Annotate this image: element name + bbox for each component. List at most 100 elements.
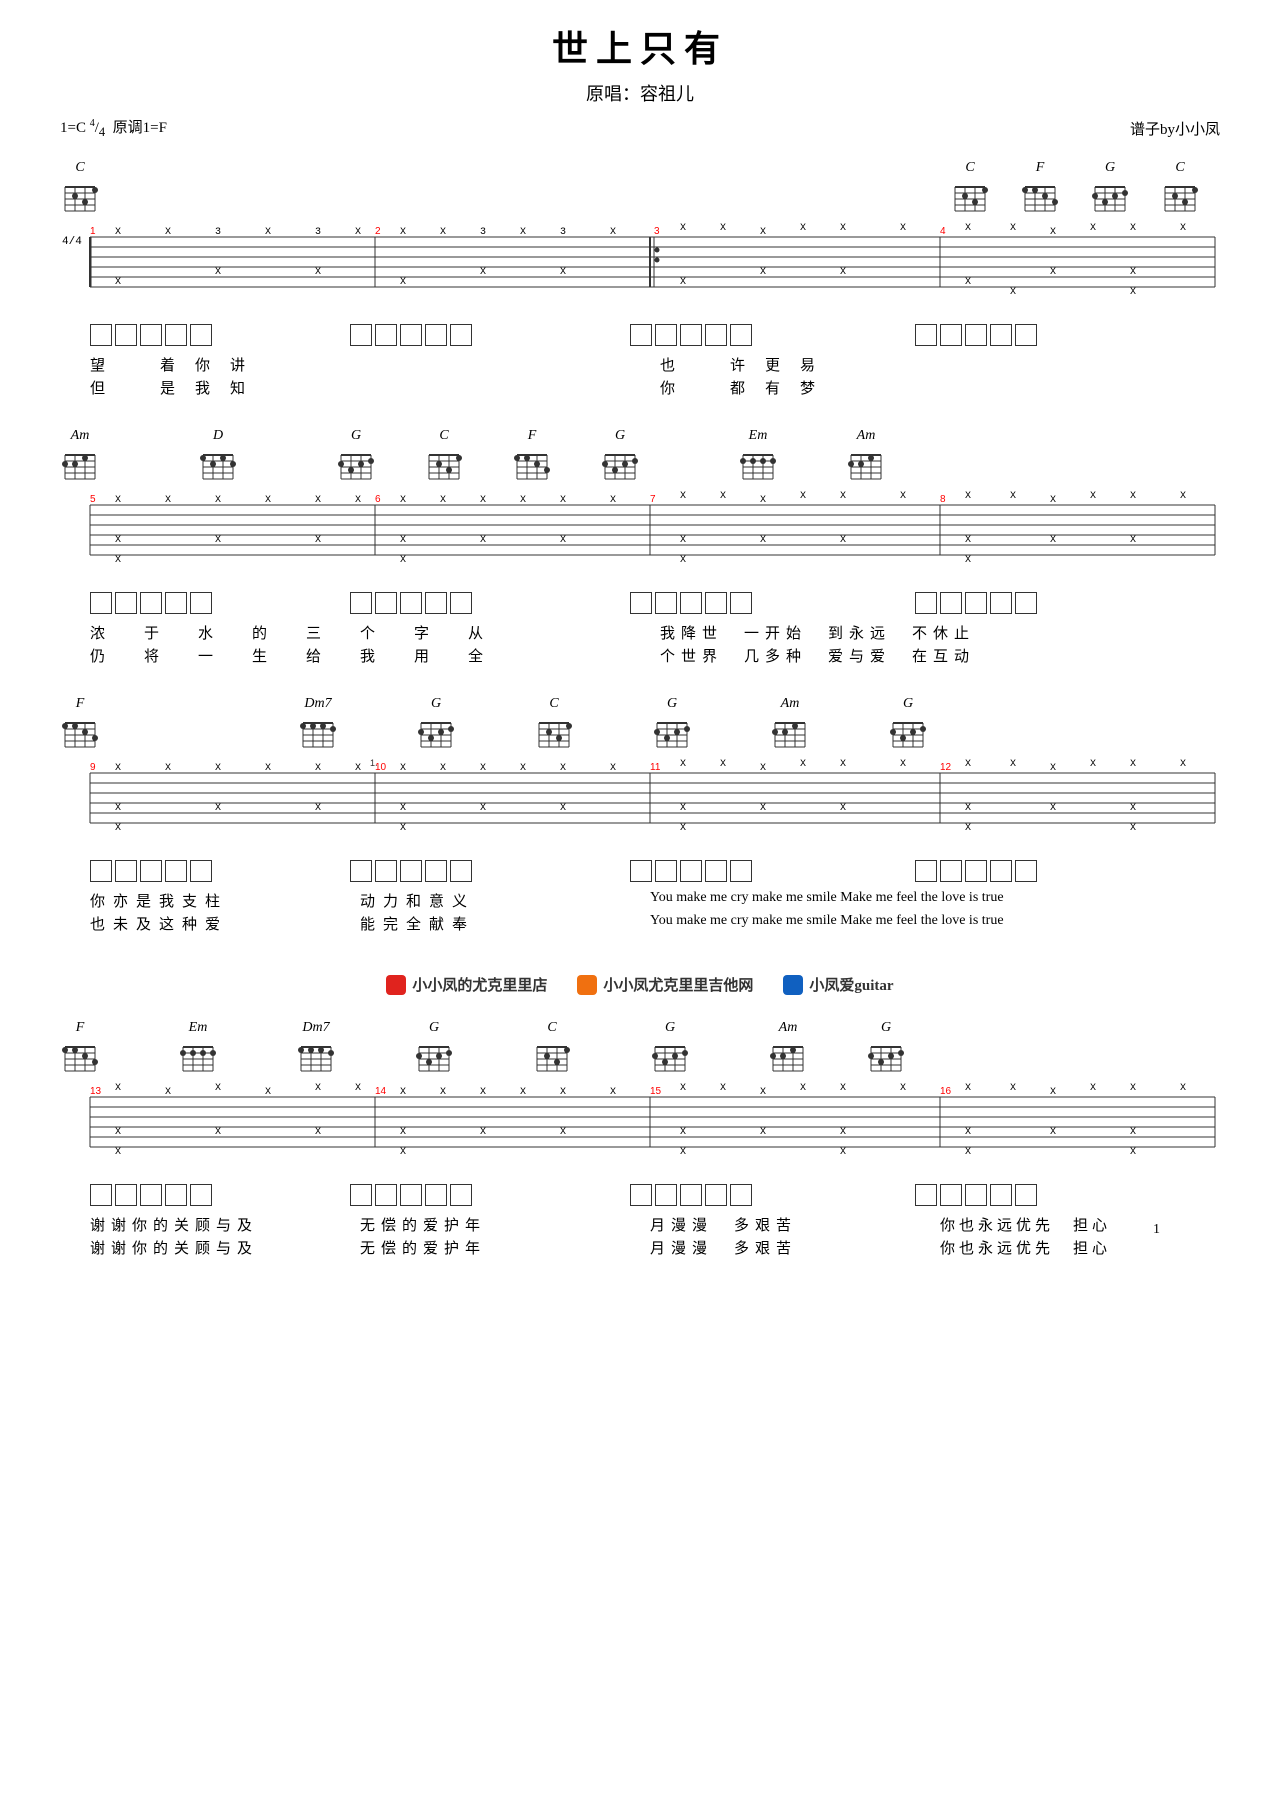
svg-text:13: 13 [90,1086,102,1097]
svg-text:X: X [215,1127,221,1138]
svg-text:X: X [1050,763,1056,774]
svg-text:X: X [965,277,971,288]
chord-label-f3: F [76,696,85,712]
chord-diagram-g7 [414,1039,454,1077]
svg-text:X: X [1050,267,1056,278]
strum-pattern-4 [60,1184,1220,1206]
svg-text:X: X [265,227,271,238]
svg-text:X: X [1130,223,1136,234]
chord-label-c5: C [549,696,558,712]
svg-text:X: X [840,223,846,234]
svg-text:X: X [1090,1083,1096,1094]
brand-text-1: 小小凤的尤克里里店 [412,974,547,995]
chord-label-g5: G [667,696,677,712]
section-1-2: C [60,160,1220,398]
tab-staff-1: 4/4 [60,222,1220,322]
svg-text:X: X [1130,491,1136,502]
brand-text-3: 小凤爱guitar [809,974,893,995]
svg-text:12: 12 [940,762,952,773]
chord-diagram-g1 [1090,179,1130,217]
section-5: F [60,1020,1220,1258]
chord-diagram-g9 [866,1039,906,1077]
svg-text:X: X [1050,535,1056,546]
chord-label-dm7-2: Dm7 [302,1020,329,1036]
svg-text:X: X [400,535,406,546]
svg-text:X: X [165,763,171,774]
chord-label-g6: G [903,696,913,712]
svg-text:1.: 1. [370,758,378,768]
svg-text:X: X [215,803,221,814]
svg-text:X: X [400,277,406,288]
svg-text:X: X [115,535,121,546]
svg-text:X: X [355,763,361,774]
svg-text:X: X [400,495,406,506]
svg-text:1: 1 [90,226,96,237]
svg-text:X: X [840,1147,846,1158]
svg-text:X: X [720,1083,726,1094]
svg-text:3: 3 [560,227,566,238]
svg-text:X: X [355,495,361,506]
brand-bar: 小小凤的尤克里里店 小小凤尤克里里吉他网 小凤爱guitar [60,964,1220,1005]
svg-text:X: X [965,535,971,546]
chord-label-c2: C [965,160,974,176]
svg-text:3: 3 [315,227,321,238]
svg-text:X: X [265,763,271,774]
svg-text:X: X [400,763,406,774]
chord-diagram-dm7-1 [298,715,338,753]
brand-item-3: 小凤爱guitar [783,974,893,995]
svg-text:X: X [965,1147,971,1158]
svg-text:X: X [680,491,686,502]
chord-diagram-c3 [1160,179,1200,217]
lyrics-row-7: 谢谢你的关顾与及 无偿的爱护年 月漫漫 多艰苦 你也永远优先 担心 [60,1214,1220,1235]
svg-text:X: X [680,277,686,288]
svg-text:X: X [1090,491,1096,502]
brand-icon-red [386,975,406,995]
chord-diagram-f2 [512,447,552,485]
chord-label-am3: Am [781,696,800,712]
svg-text:X: X [480,763,486,774]
svg-text:X: X [315,535,321,546]
svg-text:X: X [440,495,446,506]
brand-icon-blue [783,975,803,995]
svg-text:X: X [760,1127,766,1138]
svg-text:X: X [215,1083,221,1094]
svg-text:14: 14 [375,1086,387,1097]
svg-text:X: X [400,823,406,834]
svg-text:4/4: 4/4 [62,236,82,248]
svg-text:X: X [440,227,446,238]
svg-text:X: X [115,1083,121,1094]
svg-text:X: X [480,1087,486,1098]
chord-label-g3: G [615,428,625,444]
svg-text:X: X [900,491,906,502]
svg-text:X: X [800,223,806,234]
svg-text:X: X [215,495,221,506]
chord-diagram-em1 [738,447,778,485]
svg-text:X: X [680,1083,686,1094]
brand-icon-orange [577,975,597,995]
svg-text:X: X [165,495,171,506]
svg-text:X: X [610,1087,616,1098]
svg-text:X: X [1130,759,1136,770]
chord-diagram-c5 [534,715,574,753]
svg-text:X: X [1180,759,1186,770]
chord-diagram-g5 [652,715,692,753]
svg-text:X: X [115,277,121,288]
chord-label-c3: C [1175,160,1184,176]
svg-text:4: 4 [940,226,946,237]
svg-text:16: 16 [940,1086,952,1097]
chord-diagram-am2 [846,447,886,485]
svg-text:X: X [315,267,321,278]
chord-label-g1: G [1105,160,1115,176]
svg-text:X: X [840,759,846,770]
chord-label-em1: Em [749,428,768,444]
svg-text:X: X [165,227,171,238]
svg-text:X: X [680,1127,686,1138]
svg-text:X: X [840,491,846,502]
chord-label-g2: G [351,428,361,444]
svg-text:X: X [400,1087,406,1098]
svg-text:3: 3 [215,227,221,238]
chord-diagram-g4 [416,715,456,753]
svg-text:X: X [355,227,361,238]
svg-text:X: X [480,495,486,506]
svg-text:X: X [1180,1083,1186,1094]
